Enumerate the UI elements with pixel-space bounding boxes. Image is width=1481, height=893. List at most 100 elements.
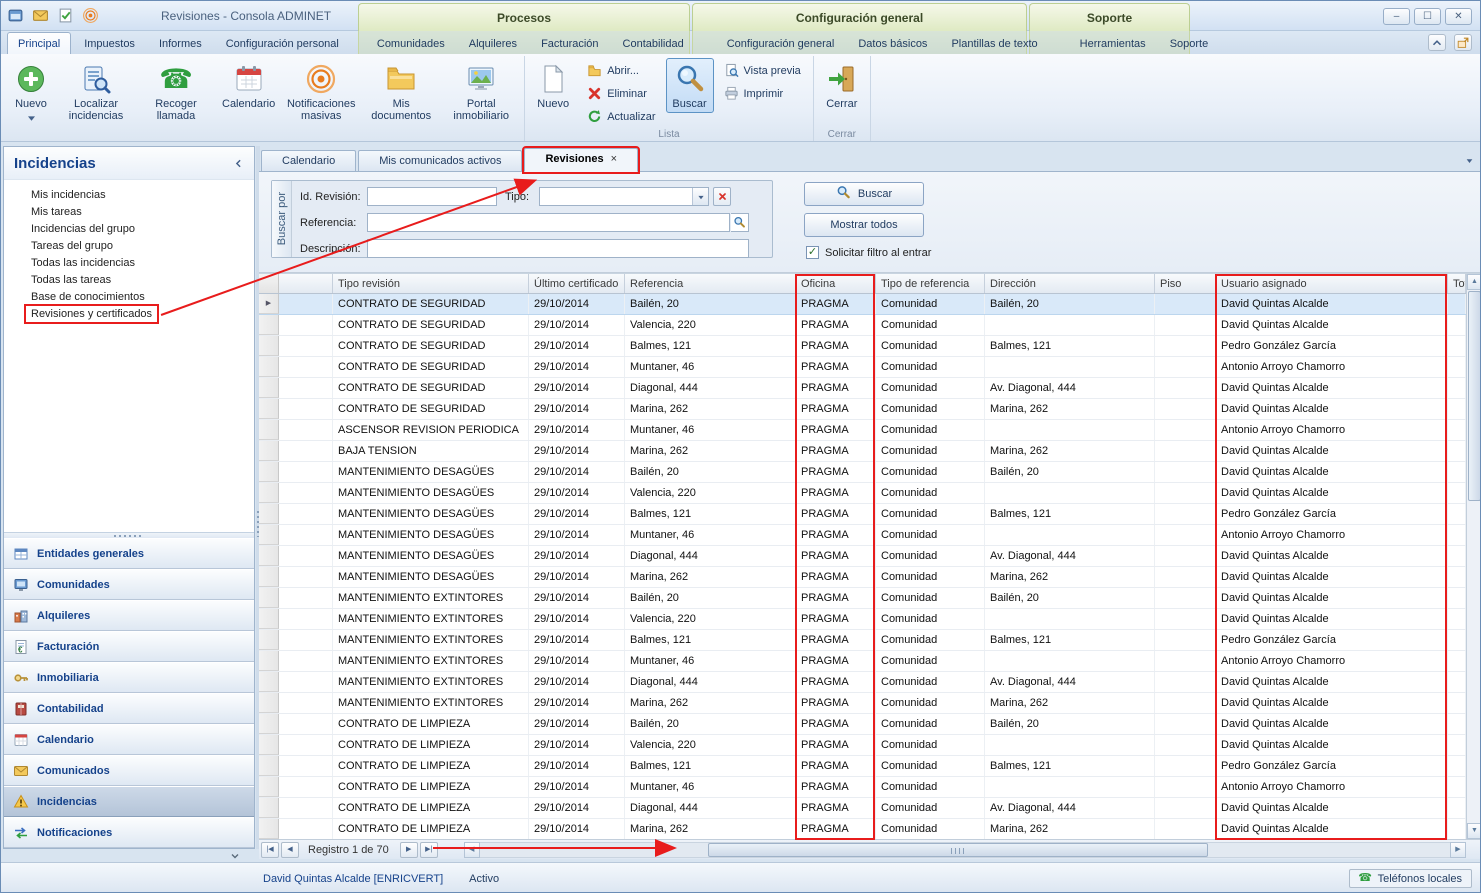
doc-tab-revisiones[interactable]: Revisiones× — [524, 148, 638, 172]
ribbon-tab-soporte[interactable]: Soporte — [1159, 32, 1220, 54]
telefonos-locales-panel[interactable]: ☎ Teléfonos locales — [1349, 869, 1472, 888]
first-record-button[interactable]: |◀ — [261, 842, 279, 858]
grid-column-header-oficina[interactable]: Oficina — [796, 274, 876, 293]
sidebar-item-incidencias-del-grupo[interactable]: Incidencias del grupo — [26, 221, 140, 237]
sidebar-collapse-button[interactable] — [230, 155, 247, 172]
table-row[interactable]: CONTRATO DE SEGURIDAD29/10/2014Marina, 2… — [259, 399, 1466, 420]
portal-inmobiliario-button[interactable]: Portal inmobiliario — [442, 58, 520, 125]
maximize-button[interactable]: ☐ — [1414, 8, 1441, 25]
table-row[interactable]: CONTRATO DE LIMPIEZA29/10/2014Valencia, … — [259, 735, 1466, 756]
table-row[interactable]: MANTENIMIENTO DESAGÜES29/10/2014Bailén, … — [259, 462, 1466, 483]
horizontal-scroll-thumb[interactable] — [708, 843, 1208, 857]
hscroll-left-icon[interactable]: ◀ — [464, 842, 480, 858]
combo-dropdown-icon[interactable] — [692, 188, 708, 205]
sidebar-item-mis-incidencias[interactable]: Mis incidencias — [26, 187, 111, 203]
grid-column-header-tipo-de-referencia[interactable]: Tipo de referencia — [876, 274, 985, 293]
buscar-button[interactable]: Buscar — [666, 58, 714, 113]
table-row[interactable]: MANTENIMIENTO EXTINTORES29/10/2014Balmes… — [259, 630, 1466, 651]
table-row[interactable]: CONTRATO DE LIMPIEZA29/10/2014Balmes, 12… — [259, 756, 1466, 777]
referencia-search-icon[interactable] — [731, 213, 749, 232]
ribbon-tab-informes[interactable]: Informes — [148, 32, 213, 54]
nuevo-button[interactable]: Nuevo — [7, 58, 55, 127]
table-row[interactable]: CONTRATO DE LIMPIEZA29/10/2014Marina, 26… — [259, 819, 1466, 840]
localizar-incidencias-button[interactable]: Localizar incidencias — [57, 58, 135, 125]
sidebar-nav-inmobiliaria[interactable]: Inmobiliaria — [4, 662, 254, 693]
sidebar-nav-facturacion[interactable]: €Facturación — [4, 631, 254, 662]
descripcion-input[interactable] — [367, 239, 749, 258]
sidebar-nav-alquileres[interactable]: Alquileres — [4, 600, 254, 631]
solicitar-filtro-checkbox[interactable] — [806, 246, 819, 259]
grid-column-header-usuario-asignado[interactable]: Usuario asignado — [1216, 274, 1448, 293]
hscroll-right-icon[interactable]: ▶ — [1450, 842, 1466, 858]
previous-record-button[interactable]: ◀ — [281, 842, 299, 858]
table-row[interactable]: CONTRATO DE LIMPIEZA29/10/2014Diagonal, … — [259, 798, 1466, 819]
vertical-scrollbar[interactable]: ▲ ▼ — [1466, 274, 1481, 839]
ribbon-tab-alquileres[interactable]: Alquileres — [458, 32, 528, 54]
sidebar-item-todas-las-incidencias[interactable]: Todas las incidencias — [26, 255, 140, 271]
close-button[interactable]: ✕ — [1445, 8, 1472, 25]
sidebar-item-todas-las-tareas[interactable]: Todas las tareas — [26, 272, 116, 288]
horizontal-scrollbar[interactable] — [480, 842, 1450, 858]
vertical-scroll-thumb[interactable] — [1468, 291, 1481, 501]
ribbon-tab-configuracion-personal[interactable]: Configuración personal — [215, 32, 350, 54]
detach-window-button[interactable] — [1454, 34, 1472, 51]
grid-column-header-direccion[interactable]: Dirección — [985, 274, 1155, 293]
mis-documentos-button[interactable]: Mis documentos — [362, 58, 440, 125]
doc-tab-calendario[interactable]: Calendario — [261, 150, 356, 171]
calendario-button[interactable]: Calendario — [217, 58, 280, 113]
ribbon-tab-herramientas[interactable]: Herramientas — [1069, 32, 1157, 54]
actualizar-button[interactable]: Actualizar — [581, 107, 661, 126]
buscar-button[interactable]: Buscar — [804, 182, 924, 206]
table-row[interactable]: MANTENIMIENTO EXTINTORES29/10/2014Diagon… — [259, 672, 1466, 693]
sidebar-item-base-de-conocimientos[interactable]: Base de conocimientos — [26, 289, 150, 305]
ribbon-tab-datos-basicos[interactable]: Datos básicos — [847, 32, 938, 54]
ribbon-tab-configuracion-general[interactable]: Configuración general — [716, 32, 846, 54]
sidebar-item-revisiones-y-certificados[interactable]: Revisiones y certificados — [26, 306, 157, 322]
vista-previa-button[interactable]: Vista previa — [718, 61, 807, 80]
next-record-button[interactable]: ▶ — [400, 842, 418, 858]
grid-column-header-tot[interactable]: Tot — [1448, 274, 1466, 293]
table-row[interactable]: MANTENIMIENTO EXTINTORES29/10/2014Bailén… — [259, 588, 1466, 609]
sidebar-splitter[interactable] — [4, 532, 254, 538]
referencia-input[interactable] — [367, 213, 730, 232]
clear-filter-button[interactable] — [713, 187, 731, 206]
sidebar-item-mis-tareas[interactable]: Mis tareas — [26, 204, 87, 220]
ribbon-tab-plantillas-de-texto[interactable]: Plantillas de texto — [940, 32, 1048, 54]
table-row[interactable]: MANTENIMIENTO DESAGÜES29/10/2014Balmes, … — [259, 504, 1466, 525]
id-revision-input[interactable] — [367, 187, 497, 206]
notificaciones-masivas-button[interactable]: Notificaciones masivas — [282, 58, 360, 125]
grid-column-header-ultimo-certificado[interactable]: Último certificado — [529, 274, 625, 293]
table-row[interactable]: MANTENIMIENTO EXTINTORES29/10/2014Muntan… — [259, 651, 1466, 672]
sidebar-nav-notificaciones[interactable]: Notificaciones — [4, 817, 254, 848]
grid-column-header-piso[interactable]: Piso — [1155, 274, 1216, 293]
table-row[interactable]: ASCENSOR REVISION PERIODICA29/10/2014Mun… — [259, 420, 1466, 441]
table-row[interactable]: BAJA TENSION29/10/2014Marina, 262PRAGMAC… — [259, 441, 1466, 462]
eliminar-button[interactable]: Eliminar — [581, 84, 661, 103]
abrir-button[interactable]: Abrir... — [581, 61, 661, 80]
scroll-up-icon[interactable]: ▲ — [1467, 274, 1481, 290]
ribbon-tab-contabilidad[interactable]: Contabilidad — [612, 32, 695, 54]
tab-list-dropdown-icon[interactable] — [1463, 154, 1476, 172]
cerrar-button[interactable]: Cerrar — [818, 58, 866, 113]
table-row[interactable]: CONTRATO DE SEGURIDAD29/10/2014Valencia,… — [259, 315, 1466, 336]
table-row[interactable]: MANTENIMIENTO DESAGÜES29/10/2014Muntaner… — [259, 525, 1466, 546]
table-row[interactable]: MANTENIMIENTO EXTINTORES29/10/2014Marina… — [259, 693, 1466, 714]
last-record-button[interactable]: ▶| — [420, 842, 438, 858]
table-row[interactable]: CONTRATO DE SEGURIDAD29/10/2014Balmes, 1… — [259, 336, 1466, 357]
table-row[interactable]: CONTRATO DE LIMPIEZA29/10/2014Muntaner, … — [259, 777, 1466, 798]
nuevo-button[interactable]: Nuevo — [529, 58, 577, 113]
sidebar-nav-comunidades[interactable]: Comunidades — [4, 569, 254, 600]
grid-column-header-tipo-revision[interactable]: Tipo revisión — [333, 274, 529, 293]
ribbon-tab-principal[interactable]: Principal — [7, 32, 71, 54]
table-row[interactable]: MANTENIMIENTO EXTINTORES29/10/2014Valenc… — [259, 609, 1466, 630]
minimize-button[interactable]: – — [1383, 8, 1410, 25]
table-row[interactable]: MANTENIMIENTO DESAGÜES29/10/2014Marina, … — [259, 567, 1466, 588]
doc-tab-mis-comunicados-activos[interactable]: Mis comunicados activos — [358, 150, 522, 171]
sidebar-nav-calendario[interactable]: Calendario — [4, 724, 254, 755]
table-row[interactable]: CONTRATO DE SEGURIDAD29/10/2014Muntaner,… — [259, 357, 1466, 378]
ribbon-tab-comunidades[interactable]: Comunidades — [366, 32, 456, 54]
table-row[interactable]: MANTENIMIENTO DESAGÜES29/10/2014Valencia… — [259, 483, 1466, 504]
imprimir-button[interactable]: Imprimir — [718, 84, 807, 103]
table-row[interactable]: MANTENIMIENTO DESAGÜES29/10/2014Diagonal… — [259, 546, 1466, 567]
grid-column-header-referencia[interactable]: Referencia — [625, 274, 796, 293]
